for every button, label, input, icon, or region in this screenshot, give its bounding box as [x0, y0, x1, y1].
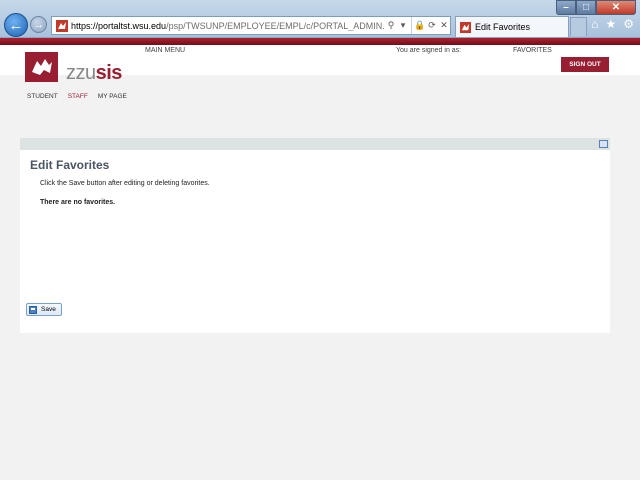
favorites-link[interactable]: FAVORITES — [513, 47, 552, 54]
browser-chrome: – □ ✕ ← → https://portaltst.wsu.edu/psp/… — [0, 0, 640, 38]
forward-button[interactable]: → — [30, 16, 47, 33]
instructions-text: Click the Save button after editing or d… — [40, 180, 210, 187]
edit-favorites-panel: Edit Favorites Click the Save button aft… — [20, 150, 610, 333]
stop-icon[interactable]: ✕ — [438, 20, 450, 31]
window-controls: – □ ✕ — [556, 0, 636, 15]
lock-icon[interactable]: 🔒 — [414, 20, 426, 31]
sign-out-button[interactable]: SIGN OUT — [561, 57, 609, 72]
window-icon[interactable] — [599, 140, 608, 148]
signed-in-label: You are signed in as: — [396, 47, 462, 54]
new-tab-button[interactable] — [570, 17, 587, 36]
save-label: Save — [41, 306, 56, 313]
gear-icon[interactable]: ⚙ — [623, 17, 634, 31]
dropdown-icon[interactable]: ▾ — [397, 20, 409, 31]
arrow-left-icon: ← — [8, 16, 24, 34]
maximize-button[interactable]: □ — [576, 0, 596, 15]
page-title: Edit Favorites — [30, 158, 110, 172]
brand-wordmark: zzusis — [66, 62, 122, 84]
page: zzusis MAIN MENU You are signed in as: F… — [0, 38, 640, 480]
brand-bar — [0, 38, 640, 45]
cougar-logo[interactable] — [25, 52, 58, 82]
minimize-button[interactable]: – — [556, 0, 576, 15]
nav-staff[interactable]: STAFF — [68, 93, 88, 100]
nav-my-page[interactable]: MY PAGE — [98, 93, 127, 100]
refresh-icon[interactable]: ⟳ — [426, 20, 438, 31]
panel-header — [20, 138, 610, 150]
empty-message: There are no favorites. — [40, 199, 116, 206]
arrow-right-icon: → — [33, 18, 44, 31]
back-button[interactable]: ← — [4, 13, 28, 37]
browser-toolbar: ⌂ ★ ⚙ — [591, 17, 634, 31]
close-window-button[interactable]: ✕ — [596, 0, 636, 15]
sub-navigation: STUDENT STAFF MY PAGE — [27, 93, 127, 100]
main-menu-link[interactable]: MAIN MENU — [145, 47, 185, 54]
nav-student[interactable]: STUDENT — [27, 93, 58, 100]
star-icon[interactable]: ★ — [605, 17, 616, 31]
search-icon[interactable]: ⚲ — [385, 20, 397, 31]
cougar-head-icon — [31, 59, 52, 75]
address-bar[interactable]: https://portaltst.wsu.edu/psp/TWSUNP/EMP… — [51, 16, 451, 35]
cougar-favicon — [460, 21, 471, 33]
cougar-favicon — [56, 19, 68, 32]
save-button[interactable]: Save — [26, 303, 62, 316]
home-icon[interactable]: ⌂ — [591, 17, 598, 31]
tab-edit-favorites[interactable]: Edit Favorites — [455, 16, 569, 37]
save-icon — [29, 305, 37, 314]
url-text[interactable]: https://portaltst.wsu.edu/psp/TWSUNP/EMP… — [71, 21, 385, 31]
tab-label: Edit Favorites — [475, 22, 531, 32]
